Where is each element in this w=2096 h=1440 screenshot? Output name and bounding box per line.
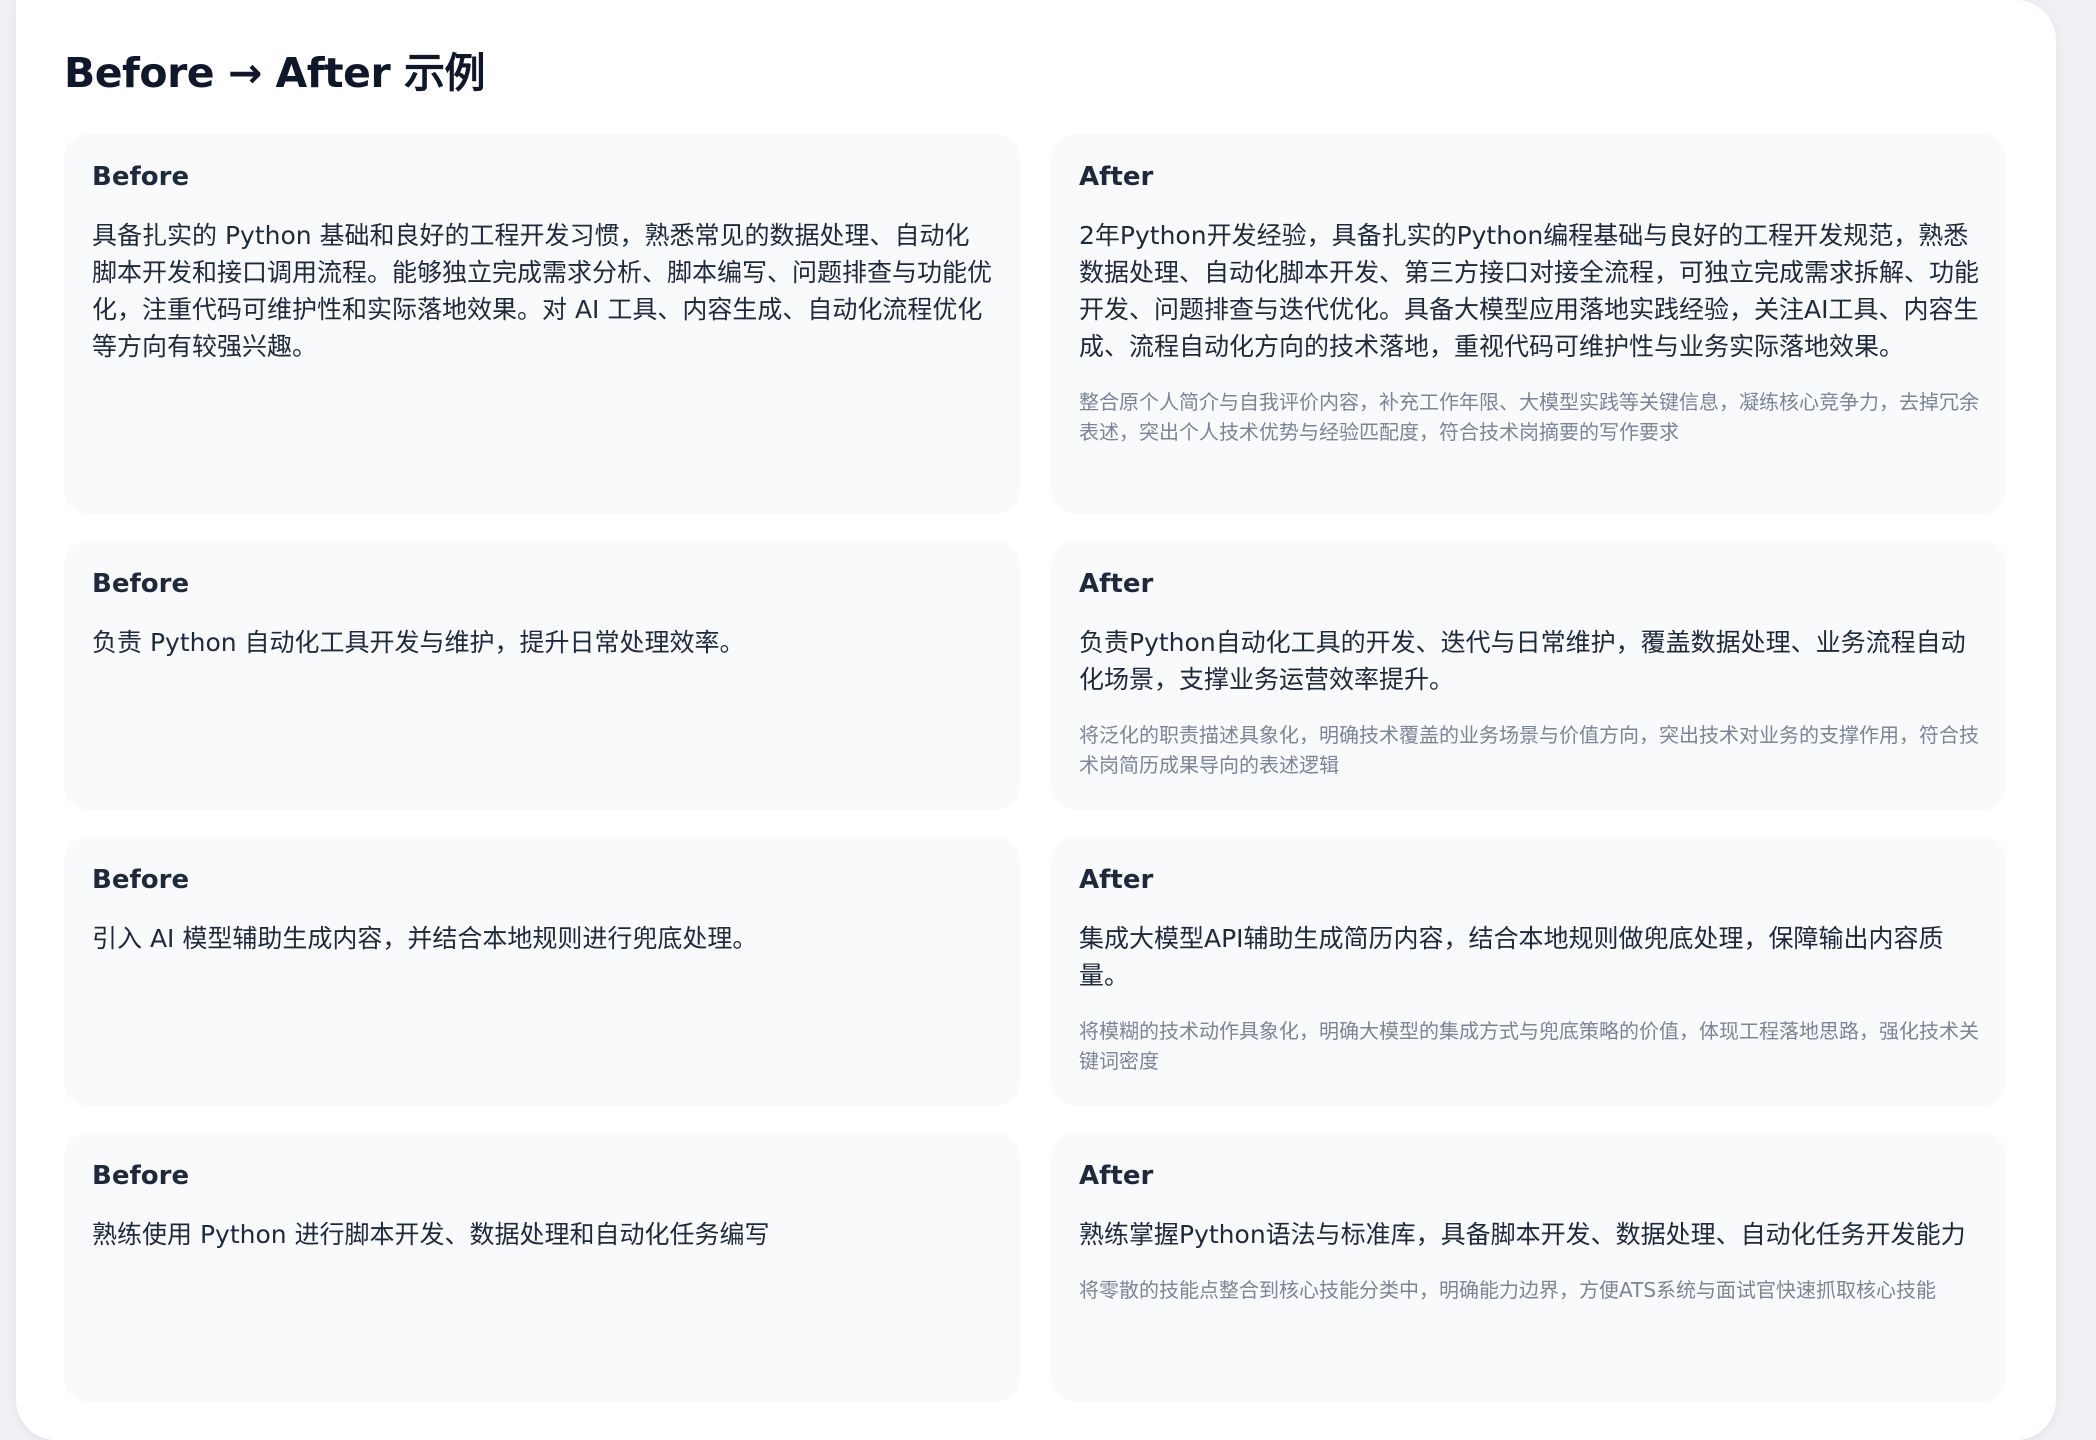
after-card: After 负责Python自动化工具的开发、迭代与日常维护，覆盖数据处理、业务… [1051,541,2007,810]
after-label: After [1079,1161,1154,1191]
after-text: 集成大模型API辅助生成简历内容，结合本地规则做兜底处理，保障输出内容质量。 [1079,924,1944,990]
after-note: 将泛化的职责描述具象化，明确技术覆盖的业务场景与价值方向，突出技术对业务的支撑作… [1079,723,1979,777]
after-card: After 熟练掌握Python语法与标准库，具备脚本开发、数据处理、自动化任务… [1051,1133,2007,1402]
examples-list: Before 具备扎实的 Python 基础和良好的工程开发习惯，熟悉常见的数据… [64,134,2008,1402]
after-label: After [1079,569,1154,599]
before-card: Before 负责 Python 自动化工具开发与维护，提升日常处理效率。 [64,541,1020,810]
before-label: Before [92,1161,190,1191]
before-card: Before 引入 AI 模型辅助生成内容，并结合本地规则进行兜底处理。 [64,837,1020,1106]
before-label: Before [92,569,190,599]
after-card: After 2年Python开发经验，具备扎实的Python编程基础与良好的工程… [1051,134,2007,514]
after-note: 将零散的技能点整合到核心技能分类中，明确能力边界，方便ATS系统与面试官快速抓取… [1079,1278,1937,1302]
after-label: After [1079,865,1154,895]
before-text: 引入 AI 模型辅助生成内容，并结合本地规则进行兜底处理。 [92,924,758,953]
after-note: 整合原个人简介与自我评价内容，补充工作年限、大模型实践等关键信息，凝练核心竞争力… [1079,390,1979,444]
after-text: 熟练掌握Python语法与标准库，具备脚本开发、数据处理、自动化任务开发能力 [1079,1220,1966,1249]
page-title: Before → After 示例 [64,49,485,97]
example-row: Before 引入 AI 模型辅助生成内容，并结合本地规则进行兜底处理。 Aft… [64,837,2008,1106]
before-label: Before [92,865,190,895]
after-text: 负责Python自动化工具的开发、迭代与日常维护，覆盖数据处理、业务流程自动化场… [1079,628,1966,694]
after-label: After [1079,162,1154,192]
after-note: 将模糊的技术动作具象化，明确大模型的集成方式与兜底策略的价值，体现工程落地思路，… [1079,1019,1979,1073]
after-card: After 集成大模型API辅助生成简历内容，结合本地规则做兜底处理，保障输出内… [1051,837,2007,1106]
examples-panel: Before → After 示例 Before 具备扎实的 Python 基础… [16,0,2056,1440]
example-row: Before 负责 Python 自动化工具开发与维护，提升日常处理效率。 Af… [64,541,2008,810]
before-card: Before 熟练使用 Python 进行脚本开发、数据处理和自动化任务编写 [64,1133,1020,1402]
before-label: Before [92,162,190,192]
before-text: 具备扎实的 Python 基础和良好的工程开发习惯，熟悉常见的数据处理、自动化脚… [92,221,993,361]
example-row: Before 熟练使用 Python 进行脚本开发、数据处理和自动化任务编写 A… [64,1133,2008,1402]
before-text: 负责 Python 自动化工具开发与维护，提升日常处理效率。 [92,628,745,657]
after-text: 2年Python开发经验，具备扎实的Python编程基础与良好的工程开发规范，熟… [1079,221,1980,361]
before-text: 熟练使用 Python 进行脚本开发、数据处理和自动化任务编写 [92,1220,770,1249]
before-card: Before 具备扎实的 Python 基础和良好的工程开发习惯，熟悉常见的数据… [64,134,1020,514]
example-row: Before 具备扎实的 Python 基础和良好的工程开发习惯，熟悉常见的数据… [64,134,2008,514]
